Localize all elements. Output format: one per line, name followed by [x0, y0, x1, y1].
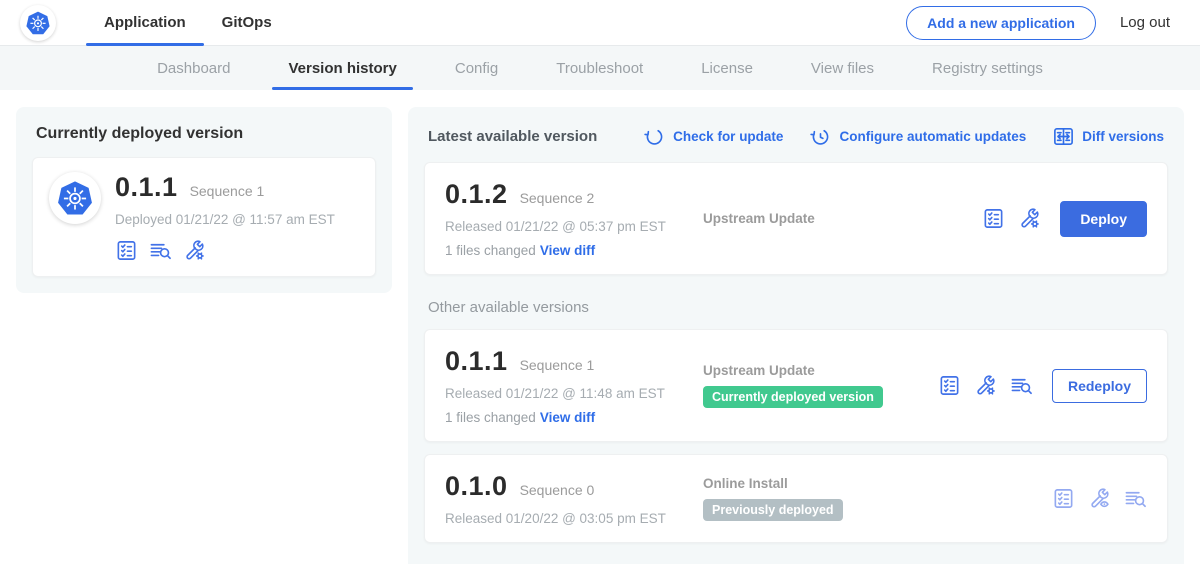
other-versions-title: Other available versions — [428, 299, 1164, 316]
tab-config[interactable]: Config — [439, 46, 514, 90]
config-gear-icon[interactable] — [1018, 207, 1041, 230]
kubernetes-logo-icon — [20, 5, 56, 41]
status-badge-currently-deployed-version: Currently deployed version — [703, 386, 883, 408]
check-for-update-link[interactable]: Check for update — [643, 125, 783, 148]
version-number: 0.1.1 — [445, 346, 508, 377]
version-number: 0.1.0 — [445, 471, 508, 502]
main-content: Currently deployed version 0.1.1 Sequenc… — [0, 90, 1200, 564]
version-info: 0.1.2 Sequence 2 Released 01/21/22 @ 05:37… — [445, 179, 703, 258]
view-diff-link[interactable]: View diff — [540, 410, 595, 425]
config-gear-icon[interactable] — [974, 374, 997, 397]
version-card-0.1.1: 0.1.1 Sequence 1 Released 01/21/22 @ 11:48… — [424, 329, 1168, 442]
tab-dashboard[interactable]: Dashboard — [141, 46, 246, 90]
released-timestamp: Released 01/21/22 @ 11:48 am EST — [445, 386, 703, 401]
deployed-version-number: 0.1.1 — [115, 172, 178, 203]
current-version-panel: Currently deployed version 0.1.1 Sequenc… — [16, 107, 392, 293]
subnav-tabs: Dashboard Version history Config Troublesho… — [0, 46, 1200, 90]
version-card-0.1.2: 0.1.2 Sequence 2 Released 01/21/22 @ 05:37… — [424, 162, 1168, 275]
deployed-version-actions — [115, 239, 335, 262]
configure-automatic-updates-label: Configure automatic updates — [839, 129, 1026, 144]
version-card-0.1.0: 0.1.0 Sequence 0 Released 01/20/22 @ 03:05… — [424, 454, 1168, 543]
files-changed: 1 files changed View diff — [445, 243, 703, 258]
version-number: 0.1.2 — [445, 179, 508, 210]
files-changed-label: 1 files changed — [445, 243, 536, 258]
sequence-label: Sequence 2 — [520, 190, 595, 206]
latest-card-slot: 0.1.2 Sequence 2 Released 01/21/22 @ 05:37… — [424, 162, 1168, 275]
add-application-button[interactable]: Add a new application — [906, 6, 1096, 40]
header-tabs: ApplicationGitOps — [86, 0, 290, 45]
version-info: 0.1.1 Sequence 1 Released 01/21/22 @ 11:48… — [445, 346, 703, 425]
main-header: ApplicationGitOps Add a new application … — [0, 0, 1200, 46]
version-card-actions — [1052, 487, 1147, 510]
tab-license[interactable]: License — [685, 46, 769, 90]
version-actions: Check for update Configure automatic upda… — [643, 125, 1164, 148]
deployed-version-card: 0.1.1 Sequence 1 Deployed 01/21/22 @ 11:… — [32, 157, 376, 277]
deployed-timestamp: Deployed 01/21/22 @ 11:57 am EST — [115, 212, 335, 227]
status-badge-previously-deployed: Previously deployed — [703, 499, 843, 521]
diff-versions-label: Diff versions — [1082, 129, 1164, 144]
schedule-icon — [809, 125, 832, 148]
source-label: Upstream Update — [703, 211, 982, 226]
released-timestamp: Released 01/21/22 @ 05:37 pm EST — [445, 219, 703, 234]
sequence-label: Sequence 0 — [520, 482, 595, 498]
checklist-icon[interactable] — [1052, 487, 1075, 510]
configure-automatic-updates-link[interactable]: Configure automatic updates — [809, 125, 1026, 148]
diff-versions-link[interactable]: Diff versions — [1052, 125, 1164, 148]
latest-version-title: Latest available version — [428, 128, 597, 145]
header-tab-gitops[interactable]: GitOps — [204, 0, 290, 45]
diff-icon — [1052, 125, 1075, 148]
logs-icon[interactable] — [149, 239, 172, 262]
latest-version-header: Latest available version Check for updat… — [428, 125, 1164, 148]
logs-icon[interactable] — [1124, 487, 1147, 510]
deployed-sequence-label: Sequence 1 — [190, 183, 265, 199]
other-cards-list: 0.1.1 Sequence 1 Released 01/21/22 @ 11:48… — [424, 329, 1168, 543]
header-tab-application[interactable]: Application — [86, 0, 204, 45]
check-for-update-label: Check for update — [673, 129, 783, 144]
version-source: Upstream Update Currently deployed versio… — [703, 363, 938, 408]
version-source: Online Install Previously deployed — [703, 476, 1052, 521]
app-logo-icon — [49, 172, 101, 224]
released-timestamp: Released 01/20/22 @ 03:05 pm EST — [445, 511, 703, 526]
files-changed: 1 files changed View diff — [445, 410, 703, 425]
version-history-panel: Latest available version Check for updat… — [408, 107, 1184, 564]
checklist-icon[interactable] — [982, 207, 1005, 230]
version-card-actions: Deploy — [982, 201, 1147, 237]
tab-version-history[interactable]: Version history — [272, 46, 412, 90]
sequence-label: Sequence 1 — [520, 357, 595, 373]
current-version-title: Currently deployed version — [36, 125, 372, 143]
tab-troubleshoot[interactable]: Troubleshoot — [540, 46, 659, 90]
logs-icon[interactable] — [1010, 374, 1033, 397]
files-changed-label: 1 files changed — [445, 410, 536, 425]
version-info: 0.1.0 Sequence 0 Released 01/20/22 @ 03:05… — [445, 471, 703, 526]
tab-view-files[interactable]: View files — [795, 46, 890, 90]
logout-button[interactable]: Log out — [1120, 14, 1170, 31]
checklist-icon[interactable] — [938, 374, 961, 397]
checklist-icon[interactable] — [115, 239, 138, 262]
source-label: Upstream Update — [703, 363, 938, 378]
tab-registry-settings[interactable]: Registry settings — [916, 46, 1059, 90]
deployed-version-body: 0.1.1 Sequence 1 Deployed 01/21/22 @ 11:… — [115, 172, 335, 262]
deploy-button[interactable]: Deploy — [1060, 201, 1147, 237]
config-eye-icon[interactable] — [1088, 487, 1111, 510]
source-label: Online Install — [703, 476, 1052, 491]
version-source: Upstream Update — [703, 211, 982, 226]
view-diff-link[interactable]: View diff — [540, 243, 595, 258]
config-gear-icon[interactable] — [183, 239, 206, 262]
refresh-icon — [643, 125, 666, 148]
redeploy-button[interactable]: Redeploy — [1052, 369, 1147, 403]
version-card-actions: Redeploy — [938, 369, 1147, 403]
